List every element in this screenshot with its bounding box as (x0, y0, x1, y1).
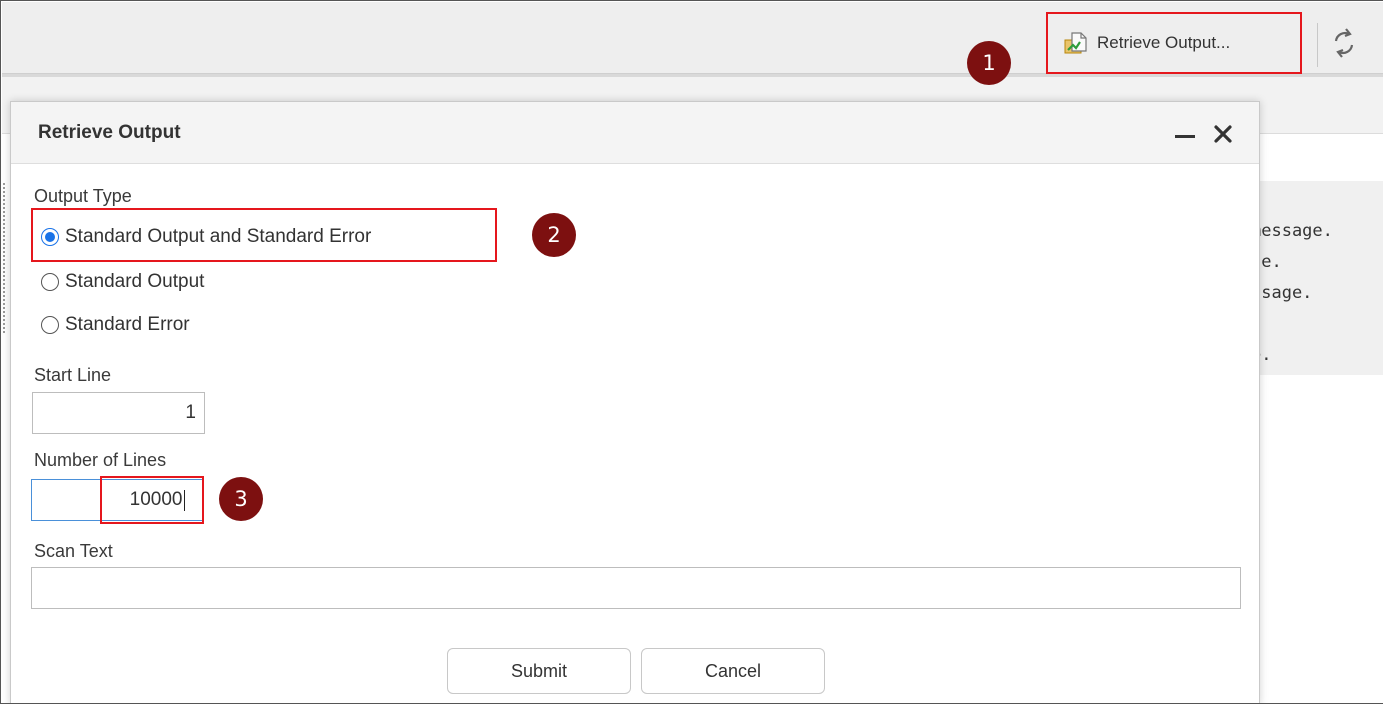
file-export-icon (1064, 32, 1087, 54)
option-stderr-label: Standard Error (65, 314, 190, 335)
splitter-handle[interactable] (3, 183, 7, 333)
option-stdout-stderr[interactable]: Standard Output and Standard Error (41, 226, 371, 248)
cancel-button[interactable]: Cancel (641, 648, 825, 694)
option-stdout-label: Standard Output (65, 271, 205, 292)
start-line-label: Start Line (34, 365, 112, 385)
step-badge-2: 2 (532, 213, 576, 257)
number-of-lines-value: 10000 (129, 489, 183, 510)
step-badge-1-number: 1 (982, 51, 996, 75)
retrieve-output-button[interactable]: Retrieve Output... (1049, 14, 1301, 72)
refresh-icon[interactable] (1329, 25, 1359, 61)
app-frame: 1 Retrieve Output... message. ge. ssage.… (0, 0, 1383, 704)
submit-button-label: Submit (510, 660, 568, 681)
option-stdout-stderr-label: Standard Output and Standard Error (65, 226, 372, 247)
scan-text-label: Scan Text (34, 541, 113, 561)
radio-stdout[interactable] (41, 273, 59, 291)
number-of-lines-label: Number of Lines (34, 450, 167, 470)
text-caret (183, 489, 185, 511)
start-line-value: 1 (185, 402, 196, 423)
submit-button[interactable]: Submit (447, 648, 631, 694)
option-stdout[interactable]: Standard Output (41, 271, 204, 293)
step-badge-1: 1 (967, 41, 1011, 85)
close-icon[interactable] (1210, 119, 1236, 147)
option-stderr[interactable]: Standard Error (41, 314, 190, 336)
number-of-lines-input[interactable]: 10000 (31, 479, 204, 521)
radio-stdout-stderr[interactable] (41, 228, 59, 246)
step-badge-3-number: 3 (234, 487, 248, 511)
retrieve-output-dialog: Retrieve Output Output Type Standard Out… (10, 101, 1260, 703)
scan-text-input[interactable] (31, 567, 1241, 609)
step-badge-3: 3 (219, 477, 263, 521)
console-line: message. (1251, 221, 1333, 241)
console-line: ssage. (1251, 283, 1313, 303)
cancel-button-label: Cancel (704, 660, 762, 681)
minimize-icon[interactable] (1172, 119, 1198, 147)
dialog-header: Retrieve Output (11, 102, 1259, 164)
radio-stderr[interactable] (41, 316, 59, 334)
retrieve-output-label: Retrieve Output... (1097, 33, 1231, 52)
output-type-label: Output Type (34, 186, 132, 206)
start-line-input[interactable]: 1 (32, 392, 205, 434)
console-output: message. ge. ssage. . e. (1251, 181, 1383, 375)
toolbar-separator (1317, 23, 1318, 67)
step-badge-2-number: 2 (547, 223, 561, 247)
dialog-title: Retrieve Output (38, 122, 181, 143)
